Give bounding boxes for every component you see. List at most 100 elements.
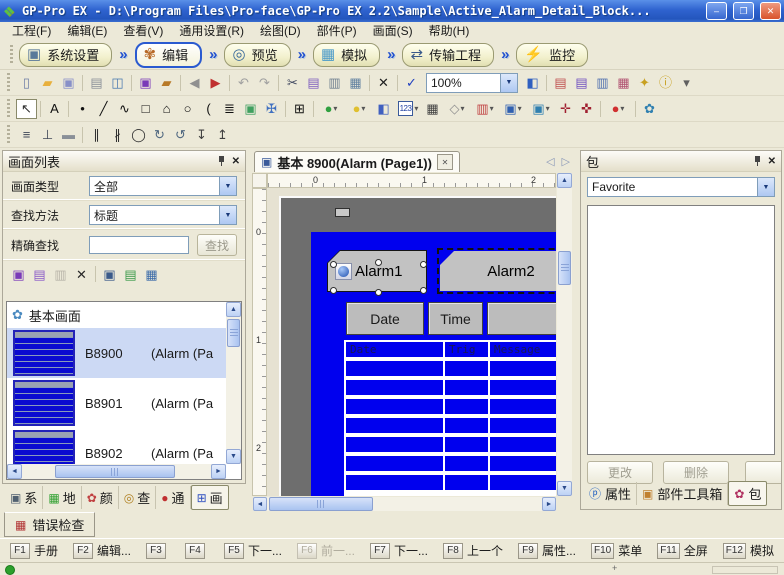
table-row[interactable] xyxy=(346,418,556,433)
scroll-thumb[interactable] xyxy=(558,251,571,285)
toolbar-button[interactable]: ▣ xyxy=(135,73,156,93)
scroll-left-icon[interactable]: ◄ xyxy=(7,464,22,479)
toolbar-button[interactable]: ↖ xyxy=(16,99,37,119)
toolbar-button[interactable]: • xyxy=(72,99,93,119)
toolbar-button[interactable]: ▤ xyxy=(29,264,50,284)
workflow-button[interactable]: ⚡ 监控 xyxy=(516,43,588,67)
toolbar-button[interactable]: ◧ xyxy=(373,99,394,119)
minimize-button[interactable]: – xyxy=(706,2,727,20)
selection-handle[interactable] xyxy=(420,261,427,268)
toolbar-button[interactable]: ✂ xyxy=(282,73,303,93)
screen-list-vscrollbar[interactable]: ▲ ▼ xyxy=(226,302,241,464)
scroll-right-icon[interactable]: ► xyxy=(542,497,556,511)
toolbar-button[interactable]: ↺ xyxy=(170,125,191,145)
panel-tab[interactable]: ◎ 查 xyxy=(119,486,157,509)
toolbar-button[interactable]: ∦ xyxy=(107,125,128,145)
search-method-select[interactable]: 标题 ▼ xyxy=(89,205,237,225)
toolbar-button[interactable]: ↧ xyxy=(191,125,212,145)
toolbar-button[interactable]: ▥ xyxy=(324,73,345,93)
workflow-button[interactable]: ✾ 编辑 xyxy=(135,42,203,68)
menu-item[interactable]: 帮助(H) xyxy=(421,22,478,40)
chevron-down-icon[interactable]: ▼ xyxy=(500,74,517,92)
toolbar-button[interactable]: ▤ xyxy=(303,73,324,93)
function-key[interactable]: F10 菜单 xyxy=(591,542,642,559)
toolbar-button[interactable]: ▤ xyxy=(120,264,141,284)
toolbar-button[interactable]: ✕ xyxy=(71,264,92,284)
close-icon[interactable]: ✕ xyxy=(768,156,776,167)
small-part[interactable] xyxy=(335,208,350,217)
toolbar-button[interactable]: ◫ xyxy=(107,73,128,93)
toolbar-button[interactable]: ▣ xyxy=(527,99,555,119)
screen-list-item[interactable]: B8902 (Alarm (Pa xyxy=(7,428,226,464)
toolbar-button[interactable]: ≡ xyxy=(16,125,37,145)
panel-tab[interactable]: ▣ 部件工具箱 xyxy=(637,482,728,505)
toolbar-button[interactable]: ✠ xyxy=(261,99,282,119)
next-tab-icon[interactable]: ▷ xyxy=(562,155,570,168)
toolbar-button[interactable]: ⊞ xyxy=(289,99,310,119)
toolbar-grip[interactable] xyxy=(7,125,10,145)
screen-list-hscrollbar[interactable]: ◄ ► xyxy=(7,464,226,479)
toolbar-button[interactable]: ▦ xyxy=(613,73,634,93)
panel-tab[interactable]: ● 通 xyxy=(156,486,190,509)
screen-type-select[interactable]: 全部 ▼ xyxy=(89,176,237,196)
package-item-list[interactable] xyxy=(587,205,775,455)
toolbar-button[interactable]: ∿ xyxy=(114,99,135,119)
toolbar-button[interactable]: ▯ xyxy=(16,73,37,93)
toolbar-button[interactable]: ▾ xyxy=(676,73,697,93)
screen-list-item[interactable]: B8900 (Alarm (Pa xyxy=(7,328,226,378)
toolbar-grip[interactable] xyxy=(7,73,10,93)
scroll-right-icon[interactable]: ► xyxy=(211,464,226,479)
toolbar-button[interactable]: ◀ xyxy=(184,73,205,93)
error-check-tab[interactable]: ▦ 错误检查 xyxy=(4,512,95,537)
function-key[interactable]: F4 xyxy=(185,543,209,559)
function-key[interactable]: F2 编辑... xyxy=(73,542,131,559)
toolbar-button[interactable]: ◯ xyxy=(128,125,149,145)
toolbar-button[interactable]: ⊥ xyxy=(37,125,58,145)
exact-search-input[interactable] xyxy=(89,236,189,254)
function-key[interactable]: F7 下一... xyxy=(370,542,428,559)
toolbar-button[interactable]: ✕ xyxy=(373,73,394,93)
toolbar-button[interactable]: ✛ xyxy=(555,99,576,119)
toolbar-button[interactable]: ○ xyxy=(177,99,198,119)
toolbar-button[interactable]: ↷ xyxy=(254,73,275,93)
toolbar-button[interactable]: ▤ xyxy=(550,73,571,93)
chevron-down-icon[interactable]: ▼ xyxy=(219,177,236,195)
panel-tab[interactable]: ⓟ 属性 xyxy=(584,482,637,505)
table-row[interactable] xyxy=(346,475,556,490)
toolbar-button[interactable]: ✿ xyxy=(639,99,660,119)
find-button[interactable]: 查找 xyxy=(197,234,237,256)
scroll-up-icon[interactable]: ▲ xyxy=(226,302,241,317)
function-key[interactable]: F11 全屏 xyxy=(657,542,708,559)
canvas-view[interactable]: Alarm1 Alarm2 xyxy=(267,188,556,496)
function-key[interactable]: F8 上一个 xyxy=(443,542,503,559)
selection-handle[interactable] xyxy=(420,287,427,294)
selection-handle[interactable] xyxy=(375,259,382,266)
toolbar-button[interactable]: ▦ xyxy=(141,264,162,284)
menu-item[interactable]: 部件(P) xyxy=(309,22,365,40)
screen-tab[interactable]: ▣ 基本 8900(Alarm (Page1)) ✕ xyxy=(254,151,460,172)
toolbar-button[interactable]: ↻ xyxy=(149,125,170,145)
toolbar-button[interactable]: ▶ xyxy=(205,73,226,93)
screen-background[interactable]: Alarm1 Alarm2 xyxy=(311,232,556,496)
table-header-cell[interactable]: Date xyxy=(346,302,424,335)
menu-item[interactable]: 编辑(E) xyxy=(59,22,115,40)
table-row[interactable] xyxy=(346,380,556,395)
prev-tab-icon[interactable]: ◁ xyxy=(546,155,554,168)
chevron-down-icon[interactable]: ▼ xyxy=(219,206,236,224)
toolbar-button[interactable]: ↥ xyxy=(212,125,233,145)
panel-tab[interactable]: ✿ 包 xyxy=(728,481,767,506)
function-key[interactable]: F1 手册 xyxy=(10,542,58,559)
screen-list-item[interactable]: B8901 (Alarm (Pa xyxy=(7,378,226,428)
toolbar-button[interactable]: ⌂ xyxy=(156,99,177,119)
zoom-combo[interactable]: 100% ▼ xyxy=(426,73,518,93)
toolbar-button[interactable]: ▥ xyxy=(471,99,499,119)
function-key[interactable]: F9 属性... xyxy=(518,542,576,559)
function-key[interactable]: F3 xyxy=(146,543,170,559)
menu-item[interactable]: 画面(S) xyxy=(365,22,421,40)
toolbar-button[interactable]: ▤ xyxy=(571,73,592,93)
toolbar-button[interactable]: ✦ xyxy=(634,73,655,93)
base-screens-group[interactable]: ✿ 基本画面 xyxy=(7,302,226,328)
toolbar-button[interactable]: A xyxy=(44,99,65,119)
scroll-thumb[interactable] xyxy=(269,497,373,511)
pin-icon[interactable] xyxy=(216,155,227,167)
